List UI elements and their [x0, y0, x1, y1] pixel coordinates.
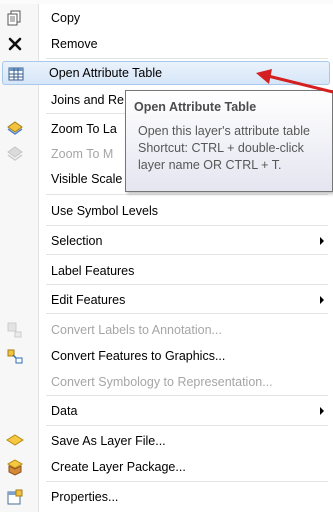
- convert-features-icon: [5, 346, 25, 366]
- zoom-to-layer-icon: [5, 119, 25, 139]
- zoom-to-make-visible-icon: [5, 144, 25, 164]
- menu-item-create-layer-package[interactable]: Create Layer Package...: [2, 455, 330, 479]
- menu-item-label: Label Features: [51, 264, 135, 278]
- tooltip: Open Attribute Table Open this layer's a…: [125, 90, 333, 192]
- tooltip-title: Open Attribute Table: [134, 100, 257, 114]
- menu-item-selection[interactable]: Selection: [2, 229, 330, 253]
- menu-item-save-as-layer-file[interactable]: Save As Layer File...: [2, 429, 330, 453]
- menu-separator: [46, 425, 328, 426]
- menu-item-copy[interactable]: Copy: [2, 6, 330, 30]
- menu-item-label: Open Attribute Table: [49, 66, 163, 80]
- menu-item-remove[interactable]: Remove: [2, 32, 330, 56]
- submenu-arrow-icon: [320, 296, 324, 304]
- menu-item-label-features[interactable]: Label Features: [2, 259, 330, 283]
- menu-item-label: Properties...: [51, 490, 119, 504]
- menu-item-convert-symbology-to-representation[interactable]: Convert Symbology to Representation...: [2, 370, 330, 394]
- menu-separator: [46, 313, 328, 314]
- menu-separator: [46, 58, 328, 59]
- menu-item-convert-features-to-graphics[interactable]: Convert Features to Graphics...: [2, 344, 330, 368]
- menu-item-label: Copy: [51, 11, 81, 25]
- menu-separator: [46, 395, 328, 396]
- properties-icon: [5, 487, 25, 507]
- table-icon: [6, 64, 26, 84]
- menu-separator: [46, 284, 328, 285]
- layer-context-menu: Copy Remove Open Attribute Table Joins a…: [0, 0, 333, 512]
- menu-item-open-attribute-table[interactable]: Open Attribute Table: [2, 61, 330, 85]
- top-cropped-strip: [0, 0, 333, 4]
- menu-item-edit-features[interactable]: Edit Features: [2, 288, 330, 312]
- menu-item-label: Convert Symbology to Representation...: [51, 375, 273, 389]
- menu-item-label: Use Symbol Levels: [51, 204, 158, 218]
- menu-separator: [46, 194, 328, 195]
- menu-item-label: Create Layer Package...: [51, 460, 186, 474]
- menu-separator: [46, 225, 328, 226]
- submenu-arrow-icon: [320, 407, 324, 415]
- save-layer-icon: [5, 431, 25, 451]
- menu-item-label: Remove: [51, 37, 98, 51]
- menu-item-data[interactable]: Data: [2, 399, 330, 423]
- menu-item-label: Save As Layer File...: [51, 434, 166, 448]
- menu-item-label: Selection: [51, 234, 103, 248]
- menu-item-convert-labels-to-annotation[interactable]: Convert Labels to Annotation...: [2, 318, 330, 342]
- menu-item-label: Edit Features: [51, 293, 126, 307]
- menu-item-properties[interactable]: Properties...: [2, 485, 330, 509]
- menu-item-label: Convert Labels to Annotation...: [51, 323, 222, 337]
- menu-item-label: Zoom To M: [51, 147, 114, 161]
- menu-item-label: Data: [51, 404, 78, 418]
- menu-item-label: Zoom To La: [51, 122, 117, 136]
- menu-item-label: Convert Features to Graphics...: [51, 349, 226, 363]
- menu-item-label: Joins and Re: [51, 93, 124, 107]
- menu-separator: [46, 254, 328, 255]
- menu-separator: [46, 481, 328, 482]
- copy-icon: [5, 8, 25, 28]
- convert-labels-icon: [5, 320, 25, 340]
- menu-item-label: Visible Scale: [51, 172, 123, 186]
- menu-item-use-symbol-levels[interactable]: Use Symbol Levels: [2, 199, 330, 223]
- submenu-arrow-icon: [320, 237, 324, 245]
- layer-package-icon: [5, 457, 25, 477]
- tooltip-body: Open this layer's attribute table Shortc…: [138, 124, 310, 172]
- remove-icon: [5, 34, 25, 54]
